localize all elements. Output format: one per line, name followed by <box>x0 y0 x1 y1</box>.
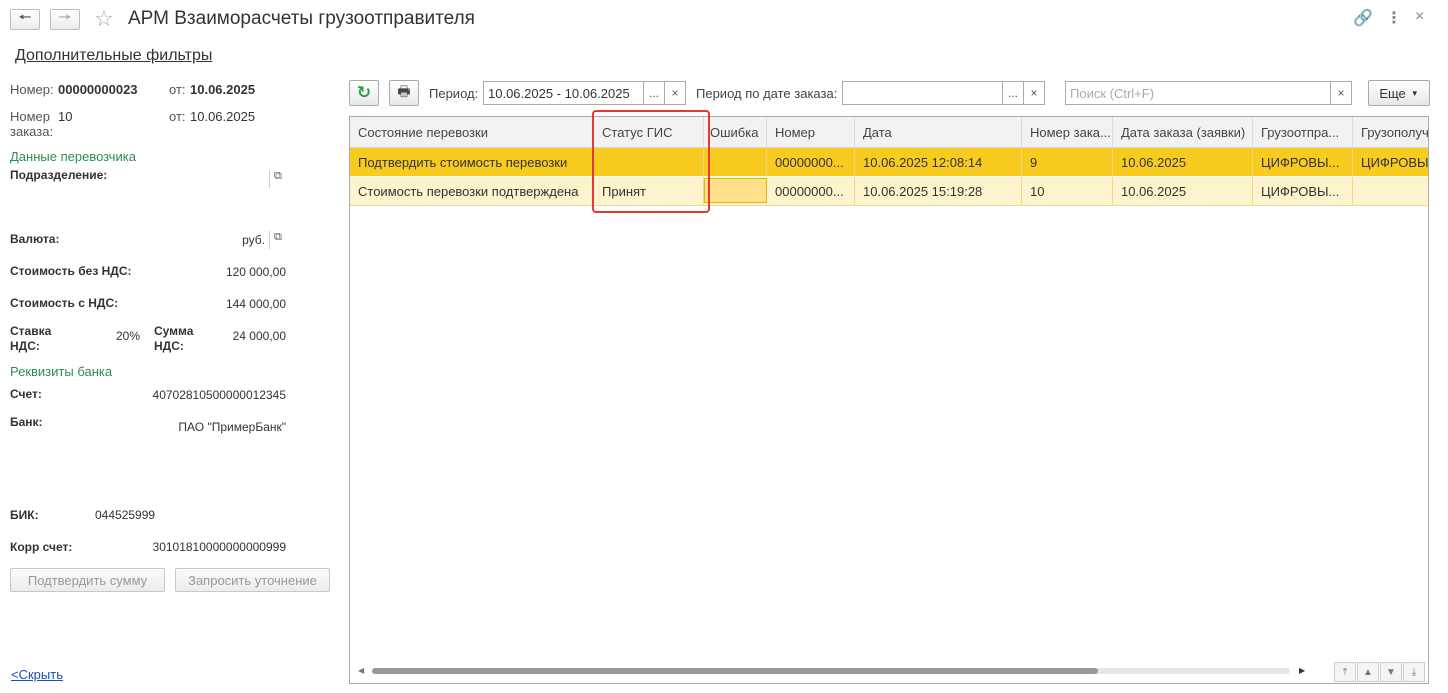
vat-sum-label: Сумма НДС: <box>154 324 194 353</box>
bank-value: ПАО "ПримерБанк" <box>178 420 286 434</box>
order-from-date-value: 10.06.2025 <box>190 109 256 124</box>
currency-value: руб. <box>242 233 265 247</box>
arrow-left-icon: 🠔 <box>18 9 32 26</box>
bank-label: Банк: <box>10 415 43 429</box>
order-period-clear-button[interactable]: × <box>1023 81 1045 105</box>
column-header[interactable]: Грузополуч... <box>1353 117 1428 148</box>
order-from-label: от: <box>169 109 186 124</box>
page-title: АРМ Взаиморасчеты грузоотправителя <box>128 8 475 29</box>
number-value: 00000000023 <box>58 82 138 97</box>
cost-no-vat-value: 120 000,00 <box>225 265 286 279</box>
table-cell: 00000000... <box>767 148 855 176</box>
order-number-label: Номер заказа: <box>10 109 54 139</box>
request-clarification-button[interactable]: Запросить уточнение <box>175 568 330 592</box>
scroll-down-icon[interactable]: ▼ <box>1380 662 1402 682</box>
open-icon[interactable]: ⧉ <box>274 170 282 183</box>
more-menu-icon[interactable]: ⋮ <box>1386 8 1402 28</box>
back-button[interactable]: 🠔 <box>10 9 40 30</box>
scroll-left-icon[interactable]: ◀ <box>358 666 364 675</box>
additional-filters-link[interactable]: Дополнительные фильтры <box>15 47 212 65</box>
period-select-button[interactable]: ... <box>643 81 665 105</box>
period-clear-button[interactable]: × <box>664 81 686 105</box>
table-cell <box>704 148 767 176</box>
scroll-to-bottom-icon[interactable]: ⤓ <box>1403 662 1425 682</box>
column-header[interactable]: Ошибка <box>704 117 767 148</box>
table-cell: 10.06.2025 <box>1113 148 1253 176</box>
forward-button[interactable]: 🠖 <box>50 9 80 30</box>
search-clear-button[interactable]: × <box>1330 81 1352 105</box>
chevron-down-icon: ▼ <box>1410 88 1419 98</box>
star-icon[interactable]: ☆ <box>94 6 114 32</box>
more-button[interactable]: Еще ▼ <box>1368 80 1430 106</box>
cost-no-vat-label: Стоимость без НДС: <box>10 264 132 278</box>
division-label: Подразделение: <box>10 168 108 182</box>
link-icon[interactable]: 🔗 <box>1353 8 1373 28</box>
currency-label: Валюта: <box>10 232 60 246</box>
open-icon[interactable]: ⧉ <box>274 231 282 244</box>
period-input[interactable]: 10.06.2025 - 10.06.2025 <box>483 81 644 105</box>
column-header[interactable]: Грузоотпра... <box>1253 117 1353 148</box>
table-cell-active[interactable] <box>704 178 767 203</box>
cost-vat-value: 144 000,00 <box>225 297 286 311</box>
order-period-input[interactable] <box>842 81 1003 105</box>
order-period-select-button[interactable]: ... <box>1002 81 1024 105</box>
hide-link[interactable]: <Скрыть <box>11 667 63 682</box>
table-cell: 10.06.2025 12:08:14 <box>855 148 1022 176</box>
bik-value: 044525999 <box>95 508 156 522</box>
column-header[interactable]: Номер <box>767 117 855 148</box>
cost-vat-label: Стоимость с НДС: <box>10 296 119 310</box>
close-icon[interactable]: × <box>1415 8 1424 26</box>
table-cell: 10.06.2025 15:19:28 <box>855 177 1022 205</box>
table-cell: ЦИФРОВЫ... <box>1253 148 1353 176</box>
vat-sum-value: 24 000,00 <box>232 329 286 343</box>
table-cell: ЦИФРОВЫ... <box>1253 177 1353 205</box>
order-number-value: 10 <box>58 109 73 124</box>
table-cell <box>1353 177 1428 205</box>
account-value: 40702810500000012345 <box>152 388 286 402</box>
table-cell: Стоимость перевозки подтверждена <box>350 177 594 205</box>
confirm-sum-button[interactable]: Подтвердить сумму <box>10 568 165 592</box>
from-date-value: 10.06.2025 <box>190 82 256 97</box>
column-header[interactable]: Дата заказа (заявки) <box>1113 117 1253 148</box>
vat-rate-label: Ставка НДС: <box>10 324 52 353</box>
search-input[interactable]: Поиск (Ctrl+F) <box>1065 81 1331 105</box>
number-label: Номер: <box>10 82 54 97</box>
bank-section-title: Реквизиты банка <box>10 364 113 379</box>
transport-table[interactable]: Состояние перевозки Статус ГИС Ошибка Но… <box>349 116 1429 684</box>
table-cell: 9 <box>1022 148 1113 176</box>
scroll-up-icon[interactable]: ▲ <box>1357 662 1379 682</box>
carrier-section-title: Данные перевозчика <box>10 149 136 164</box>
column-header[interactable]: Дата <box>855 117 1022 148</box>
highlight-box <box>592 110 710 213</box>
column-header[interactable]: Состояние перевозки <box>350 117 594 148</box>
printer-icon: 🖶 <box>397 83 411 99</box>
order-period-label: Период по дате заказа: <box>696 86 838 101</box>
table-cell: Подтвердить стоимость перевозки <box>350 148 594 176</box>
corr-account-label: Корр счет: <box>10 540 73 554</box>
table-cell: 10 <box>1022 177 1113 205</box>
table-cell: 10.06.2025 <box>1113 177 1253 205</box>
scroll-to-top-icon[interactable]: ⤒ <box>1334 662 1356 682</box>
period-label: Период: <box>429 86 479 101</box>
table-cell: 00000000... <box>767 177 855 205</box>
table-cell: ЦИФРОВЫ <box>1353 148 1428 176</box>
from-label: от: <box>169 82 186 97</box>
print-button[interactable]: 🖶 <box>389 80 419 106</box>
bik-label: БИК: <box>10 508 39 522</box>
arrow-right-icon: 🠖 <box>58 9 72 26</box>
refresh-button[interactable]: ↻ <box>349 80 379 106</box>
column-header[interactable]: Номер зака... <box>1022 117 1113 148</box>
scrollbar-thumb[interactable] <box>372 668 1098 674</box>
refresh-icon: ↻ <box>356 83 372 102</box>
corr-account-value: 30101810000000000999 <box>152 540 286 554</box>
account-label: Счет: <box>10 387 42 401</box>
scroll-right-icon[interactable]: ▶ <box>1299 666 1305 675</box>
vat-rate-value: 20% <box>115 329 140 343</box>
